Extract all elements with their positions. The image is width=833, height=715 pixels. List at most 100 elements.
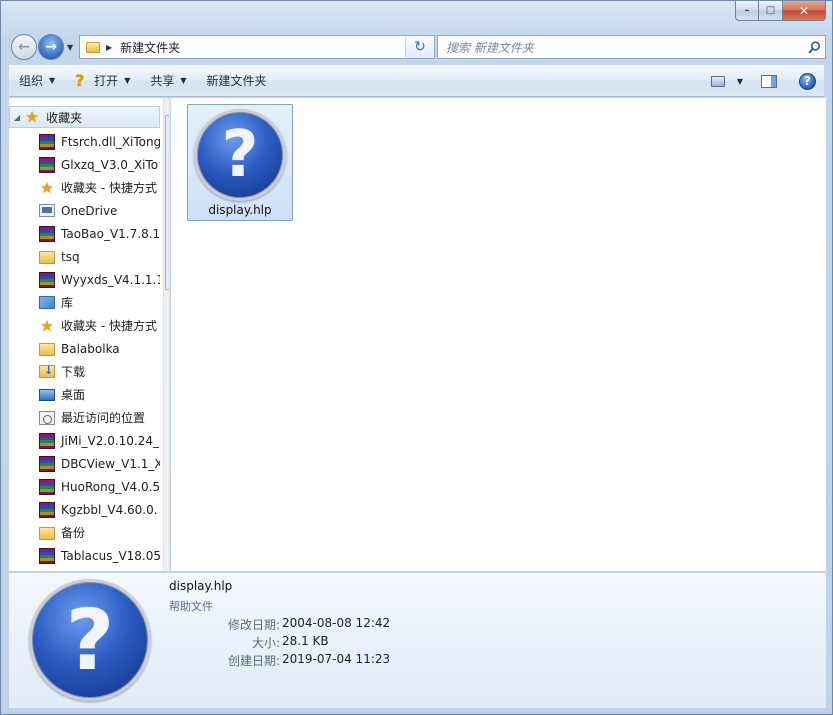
rar-archive-icon (39, 547, 55, 564)
downloads-folder-icon (39, 364, 55, 378)
organize-label: 组织 (19, 74, 44, 88)
sidebar-item[interactable]: tsq (9, 245, 160, 268)
rar-archive-icon (39, 133, 55, 150)
scroll-up-arrow-icon[interactable]: ▲ (164, 98, 169, 114)
sidebar-item[interactable]: Wyyxds_V4.1.1.1 (9, 268, 160, 291)
sidebar-item[interactable]: Kgzbbl_V4.60.0. (9, 498, 160, 521)
sidebar-item[interactable]: Tablacus_V18.05 (9, 544, 160, 567)
open-button[interactable]: ? 打开 ▼ (65, 65, 140, 97)
sidebar-item-label: DBCView_V1.1_X (61, 456, 160, 471)
refresh-button[interactable]: ↻ (405, 35, 435, 59)
sidebar-item-label: Balabolka (61, 341, 120, 356)
sidebar-item[interactable]: ★ 收藏夹 - 快捷方式 (9, 176, 160, 199)
sidebar-item-label: Glxzq_V3.0_XiTo (61, 157, 159, 172)
address-path[interactable]: 新建文件夹 (120, 39, 418, 56)
folder-icon (39, 343, 55, 356)
share-menu[interactable]: 共享 ▼ (140, 65, 196, 97)
sidebar-item[interactable]: HuoRong_V4.0.5 (9, 475, 160, 498)
scroll-thumb[interactable] (165, 115, 169, 290)
organize-menu[interactable]: 组织 ▼ (9, 65, 65, 97)
recent-places-icon (39, 410, 55, 425)
details-created-row: 创建日期: 2019-07-04 11:23 (169, 652, 569, 669)
maximize-button[interactable]: □ (759, 1, 783, 21)
sidebar-item[interactable]: 库 (9, 291, 160, 314)
navigation-pane: ◢ ★ 收藏夹 Ftsrch.dll_XiTong Glxzq_V3.0_XiT… (9, 98, 170, 571)
scroll-down-arrow-icon[interactable]: ▼ (164, 555, 169, 571)
file-list-area[interactable]: ? display.hlp (171, 98, 826, 571)
chevron-down-icon: ▼ (124, 76, 131, 85)
close-button[interactable]: ✕ (783, 1, 826, 21)
sidebar-item-label: TaoBao_V1.7.8.1 (61, 226, 160, 241)
forward-button[interactable]: → (38, 34, 64, 60)
rar-archive-icon (39, 501, 55, 518)
rar-archive-icon (39, 478, 55, 495)
search-input[interactable]: 搜索 新建文件夹 (437, 35, 826, 59)
open-label: 打开 (94, 74, 119, 88)
collapse-caret-icon[interactable]: ◢ (14, 113, 20, 122)
address-bar[interactable]: ▶ 新建文件夹 ▼ (79, 35, 435, 59)
search-icon[interactable] (803, 40, 825, 54)
details-file-name: display.hlp (169, 579, 233, 593)
navigation-bar: ← → ▼ ▶ 新建文件夹 ▼ ↻ 搜索 新建文件夹 (9, 33, 826, 61)
sidebar-item-label: HuoRong_V4.0.5 (61, 479, 160, 494)
sidebar-item-label: Ftsrch.dll_XiTong (61, 134, 160, 149)
sidebar-item[interactable]: 下载 (9, 360, 160, 383)
navigation-scrollbar[interactable]: ▲ ▼ (163, 98, 169, 571)
preview-pane-icon[interactable] (761, 74, 777, 88)
sidebar-item-label: 收藏夹 - 快捷方式 (61, 319, 157, 333)
sidebar-item-label: 库 (61, 296, 74, 310)
favorites-header[interactable]: ◢ ★ 收藏夹 (9, 106, 160, 128)
chevron-down-icon: ▼ (180, 76, 187, 85)
sidebar-item[interactable]: 最近访问的位置 (9, 406, 160, 429)
onedrive-icon (39, 204, 55, 217)
star-icon: ★ (40, 316, 54, 335)
back-button[interactable]: ← (11, 34, 37, 60)
sidebar-item[interactable]: OneDrive (9, 199, 160, 222)
sidebar-item[interactable]: TaoBao_V1.7.8.1 (9, 222, 160, 245)
rar-archive-icon (39, 156, 55, 173)
help-icon[interactable]: ? (799, 72, 816, 90)
help-file-icon: ? (75, 70, 85, 90)
breadcrumb-chevron-icon[interactable]: ▶ (106, 43, 112, 52)
new-folder-label: 新建文件夹 (206, 74, 267, 88)
chevron-down-icon: ▼ (49, 76, 56, 85)
folder-icon (86, 41, 100, 53)
command-bar: 组织 ▼ ? 打开 ▼ 共享 ▼ 新建文件夹 ▼ ? (9, 65, 824, 97)
sidebar-item-label: 桌面 (61, 388, 86, 402)
help-file-large-icon: ? (194, 109, 286, 201)
change-view-icon[interactable] (710, 75, 725, 87)
size-value: 28.1 KB (282, 634, 329, 648)
star-icon: ★ (40, 178, 54, 197)
file-name: display.hlp (208, 203, 272, 217)
sidebar-item[interactable]: Glxzq_V3.0_XiTo (9, 153, 160, 176)
rar-archive-icon (39, 455, 55, 472)
created-label: 创建日期: (227, 654, 280, 668)
sidebar-item[interactable]: DBCView_V1.1_X (9, 452, 160, 475)
library-icon (39, 296, 55, 309)
caption-buttons: – □ ✕ (735, 1, 826, 21)
sidebar-item-label: Tablacus_V18.05 (61, 548, 160, 563)
details-size-row: 大小: 28.1 KB (169, 634, 569, 651)
minimize-button[interactable]: – (735, 1, 759, 21)
sidebar-item[interactable]: Balabolka (9, 337, 160, 360)
favorites-label: 收藏夹 (46, 110, 83, 125)
sidebar-item-label: Kgzbbl_V4.60.0. (61, 502, 158, 517)
sidebar-item-label: 下载 (61, 365, 86, 379)
modified-value: 2004-08-08 12:42 (282, 616, 391, 630)
file-item-selected[interactable]: ? display.hlp (187, 104, 293, 221)
sidebar-item-label: Wyyxds_V4.1.1.1 (61, 272, 160, 287)
sidebar-item[interactable]: 备份 (9, 521, 160, 544)
sidebar-item-label: tsq (61, 249, 80, 264)
desktop-icon (39, 389, 55, 401)
star-icon: ★ (25, 108, 39, 126)
new-folder-button[interactable]: 新建文件夹 (197, 65, 277, 97)
sidebar-item[interactable]: ★ 收藏夹 - 快捷方式 (9, 314, 160, 337)
view-options-dropdown[interactable]: ▼ (737, 77, 743, 86)
rar-archive-icon (39, 225, 55, 242)
recent-pages-dropdown[interactable]: ▼ (67, 43, 73, 52)
sidebar-item[interactable]: JiMi_V2.0.10.24_ (9, 429, 160, 452)
sidebar-item-label: 最近访问的位置 (61, 411, 146, 425)
sidebar-item[interactable]: 桌面 (9, 383, 160, 406)
details-file-type: 帮助文件 (169, 600, 213, 613)
sidebar-item[interactable]: Ftsrch.dll_XiTong (9, 130, 160, 153)
